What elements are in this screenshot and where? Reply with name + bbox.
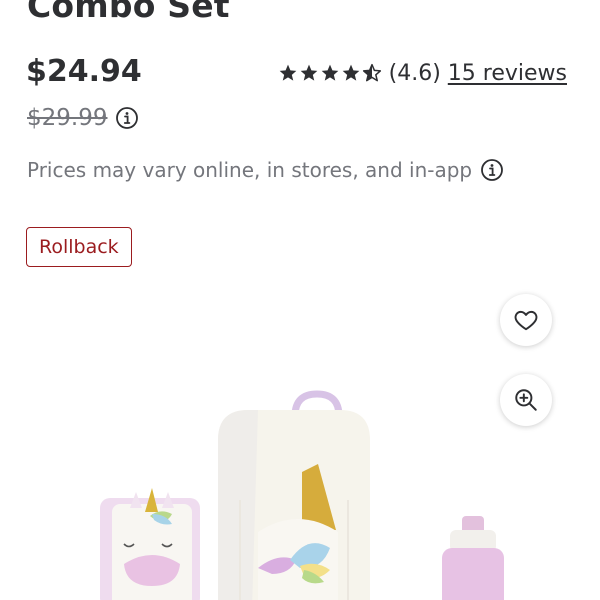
zoom-in-icon [515,389,537,411]
heart-outline-icon [514,310,538,331]
rollback-badge: Rollback [26,227,132,267]
star-icon [300,64,317,81]
was-price-row: $29.99 [27,105,139,131]
product-image[interactable] [90,380,510,600]
water-bottle-image [442,516,504,600]
backpack-image [218,390,370,600]
lunch-box-image [100,488,200,600]
reviews-link[interactable]: 15 reviews [448,61,567,86]
half-star-icon [362,63,381,82]
info-icon[interactable] [115,106,139,130]
favorite-button[interactable] [500,294,552,346]
star-icon [321,64,338,81]
star-icon [342,64,359,81]
star-rating [278,63,382,83]
rating-value: (4.6) [388,60,441,86]
current-price: $24.94 [26,54,142,89]
info-icon[interactable] [480,158,504,182]
star-icon [279,64,296,81]
was-price: $29.99 [27,105,108,131]
product-title: Combo Set [27,0,230,25]
price-note-row: Prices may vary online, in stores, and i… [27,158,504,182]
price-note: Prices may vary online, in stores, and i… [27,158,473,182]
rating-summary: (4.6) 15 reviews [278,58,567,88]
